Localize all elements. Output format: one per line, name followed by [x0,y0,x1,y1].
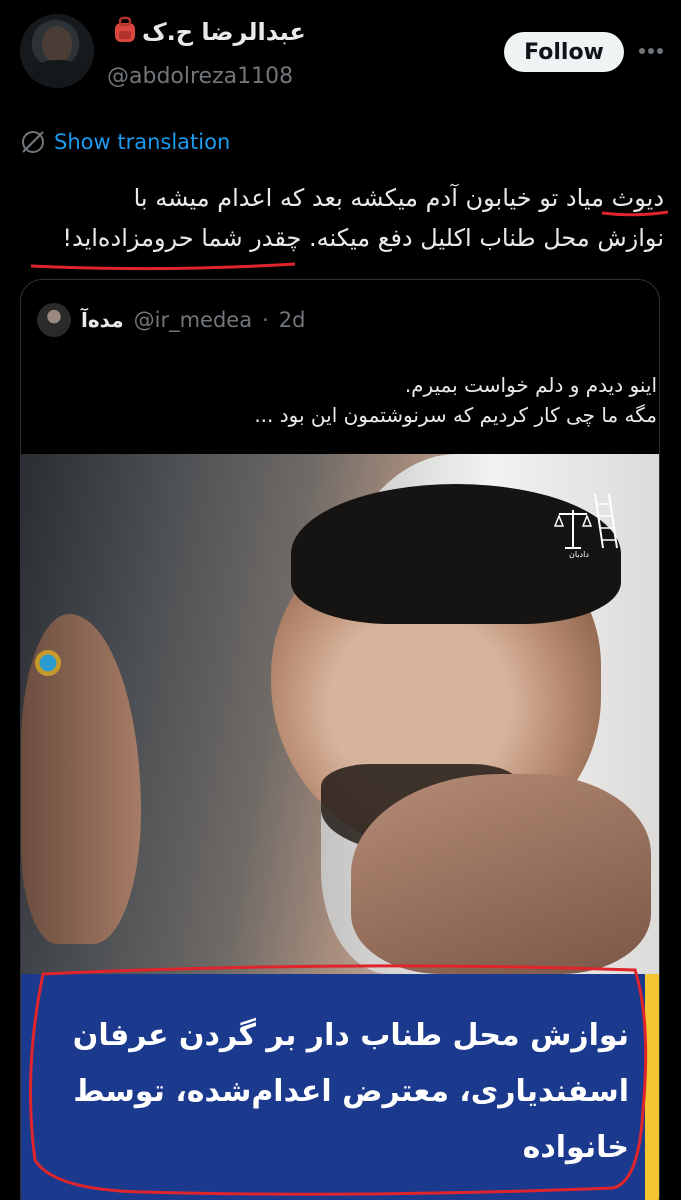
tweet-text: دیوث میاد تو خیابون آدم میکشه بعد که اعد… [20,178,664,258]
avatar-head [42,26,72,62]
translate-globe-icon [22,131,44,153]
show-translation-row[interactable]: Show translation [20,126,230,158]
more-horizontal-icon[interactable] [636,36,666,66]
author-display-name[interactable]: عبدالرضا ح.ک [142,18,306,46]
quoted-timestamp[interactable]: 2d [279,308,306,332]
annotation-circle [29,964,648,1196]
quoted-tweet-header: مده‌آ @ir_medea · 2d [37,302,305,338]
tweet-text-line: دیوث میاد تو خیابون آدم میکشه بعد که اعد… [133,184,664,212]
quoted-dot: · [262,308,269,332]
photo-ring [35,650,61,676]
annotation-underline [30,262,296,271]
quoted-author-handle[interactable]: @ir_medea [134,308,252,332]
author-avatar[interactable] [20,14,94,88]
show-translation-link[interactable]: Show translation [54,130,230,154]
photo-logo-text: دادبان [569,550,589,559]
backpack-emoji-icon [115,16,135,42]
quoted-text-line: اینو دیدم و دلم خواست بمیرم. [404,373,657,397]
avatar-body [30,60,86,88]
quoted-author-avatar[interactable] [37,303,71,337]
follow-button[interactable]: Follow [504,32,624,72]
photo-hand-right [351,774,651,974]
quoted-media-image[interactable]: دادبان [21,454,659,974]
author-handle[interactable]: @abdolreza1108 [107,64,293,89]
quoted-text-line: مگه ما چی کار کردیم که سرنوشتمون این بود… [254,403,657,427]
quoted-tweet-text: اینو دیدم و دلم خواست بمیرم. مگه ما چی ک… [37,370,657,430]
quoted-tweet-card[interactable]: مده‌آ @ir_medea · 2d اینو دیدم و دلم خوا… [20,279,660,1200]
annotation-underline [601,210,669,217]
quoted-author-name[interactable]: مده‌آ [81,308,124,332]
